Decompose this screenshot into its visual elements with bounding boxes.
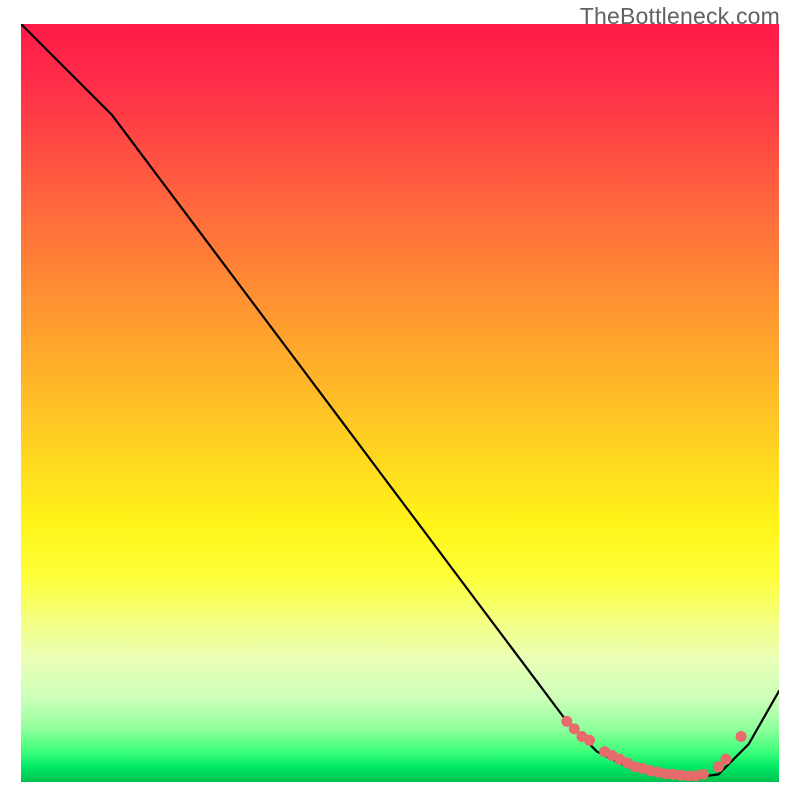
bottleneck-curve xyxy=(21,24,779,778)
highlight-point xyxy=(614,754,625,765)
highlight-point xyxy=(599,746,610,757)
plot-area xyxy=(21,24,779,782)
highlight-point xyxy=(637,763,648,774)
highlight-point xyxy=(675,770,686,781)
highlight-points xyxy=(561,716,746,782)
highlight-point xyxy=(645,765,656,776)
highlight-point xyxy=(736,731,747,742)
highlight-point xyxy=(576,731,587,742)
highlight-point xyxy=(584,735,595,746)
highlight-point xyxy=(569,723,580,734)
highlight-point xyxy=(660,768,671,779)
highlight-point xyxy=(683,770,694,781)
highlight-point xyxy=(622,758,633,769)
highlight-point xyxy=(652,767,663,778)
line-series xyxy=(21,24,779,778)
highlight-point xyxy=(607,750,618,761)
highlight-point xyxy=(698,769,709,780)
highlight-point xyxy=(561,716,572,727)
chart-container: TheBottleneck.com xyxy=(0,0,800,800)
chart-svg xyxy=(21,24,779,782)
highlight-point xyxy=(630,761,641,772)
highlight-point xyxy=(713,761,724,772)
highlight-point xyxy=(690,770,701,781)
highlight-point xyxy=(720,754,731,765)
highlight-point xyxy=(667,769,678,780)
